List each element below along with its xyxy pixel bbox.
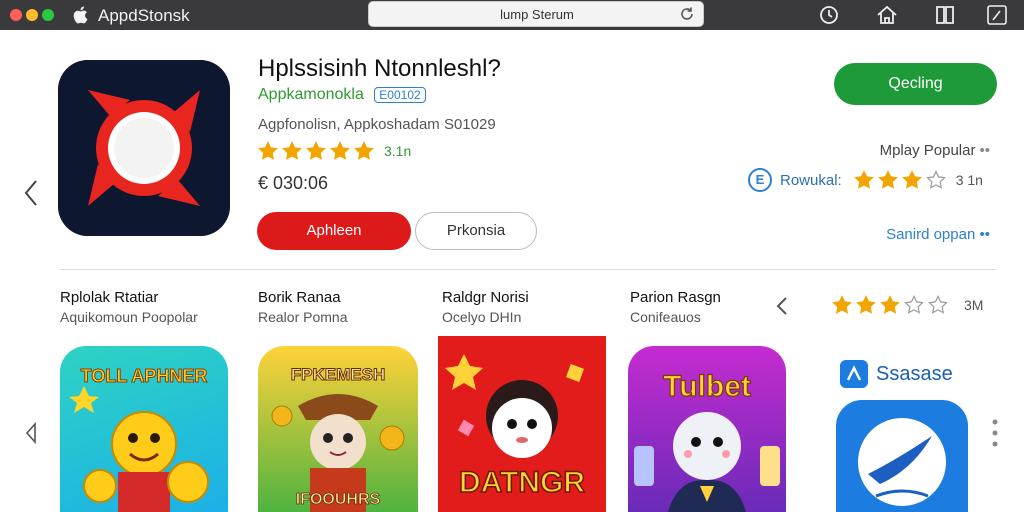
card-subtitle: Conifeauos [630,309,701,325]
star-empty-icon [904,295,924,314]
section-rating-count: 3M [964,297,984,313]
more-dots-icon: •• [979,142,990,159]
star-filled-icon [856,295,876,314]
popular-label[interactable]: Mplay Popular •• [880,142,990,159]
zoom-window-button[interactable] [42,9,54,21]
app-title-heading: Hplssisinh Ntonnleshl? [258,55,501,82]
app-category-line: Agpfonolisn, Appkoshadam S01029 [258,116,496,133]
get-button[interactable]: Qecling [834,63,997,105]
address-bar[interactable]: lump Sterum [368,1,704,27]
rating-text: 3.1n [384,143,412,159]
window-titlebar: AppdStonsk lump Sterum [0,0,1024,30]
swoosh-app-artwork [858,418,946,506]
book-icon[interactable] [933,4,957,26]
home-icon[interactable] [875,4,899,26]
danger-game-artwork: DATNGR [445,354,586,500]
popular-label-text: Mplay Popular [879,142,976,159]
history-icon[interactable] [817,4,841,26]
minimize-window-button[interactable] [26,9,38,21]
star-filled-icon [258,141,278,160]
app-title: AppdStonsk [98,6,190,25]
app-tile[interactable]: DATNGR [438,336,606,512]
apple-logo-icon [73,6,88,24]
review-label[interactable]: Rowukal: [780,172,842,189]
developer-link[interactable]: Appkamonokla [258,86,364,103]
card-title[interactable]: Borik Ranaa [258,289,341,306]
card-subtitle: Realor Pomna [258,309,348,325]
star-filled-icon [282,141,302,160]
star-empty-icon [925,170,946,189]
ghost-game-artwork: Tulbet [634,369,780,512]
app-rating: 3.1n [258,141,411,161]
review-stars [853,170,950,190]
section-rating: 3M [832,293,983,317]
previous-arrow-icon[interactable] [22,178,40,208]
tile-art-text: TOLL APHNER [81,366,208,386]
card-title[interactable]: Raldgr Norisi [442,289,529,306]
app-icon[interactable] [58,60,230,236]
app-tile[interactable]: Tulbet [628,346,786,512]
card-subtitle: Aquikomoun Poopolar [60,309,198,325]
section-divider [60,269,996,270]
see-all-link[interactable]: Sanird oppan •• [886,226,990,243]
card-subtitle: Ocelyo DHIn [442,309,522,325]
app-tile[interactable]: TOLL APHNER [60,346,228,512]
app-price: € 030:06 [258,173,329,193]
developer-badge: E00102 [374,87,426,103]
address-text: lump Sterum [500,7,574,22]
star-filled-icon [832,295,852,314]
close-window-button[interactable] [10,9,22,21]
character-game-artwork: FPKEMESH IFOOUHRS [271,365,405,512]
review-badge-icon: E [748,168,772,192]
star-filled-icon [306,141,326,160]
app-tile[interactable]: FPKEMESH IFOOUHRS [258,346,418,512]
star-filled-icon [877,170,898,189]
tile-art-text: FPKEMESH [291,365,385,384]
star-filled-icon [901,170,922,189]
star-empty-icon [928,295,948,314]
target-logo-icon [58,60,230,236]
section-rating-stars [832,295,952,315]
edit-icon[interactable] [985,4,1009,26]
star-filled-icon [880,295,900,314]
review-count: 3 1n [955,172,983,188]
see-all-dots-icon: •• [979,226,990,243]
primary-action-button[interactable]: Aphleen [257,212,411,250]
reload-icon[interactable] [679,6,695,22]
tile-art-text: Tulbet [663,370,751,403]
more-options-icon[interactable] [990,418,1000,448]
coming-soon-label[interactable]: Ssasase [840,360,953,388]
rating-stars [258,141,378,161]
app-store-mini-icon [840,360,868,388]
previous-arrow-icon[interactable] [24,422,38,444]
app-tile[interactable] [836,400,968,512]
tile-art-text: DATNGR [459,466,585,499]
see-all-text: Sanird oppan [886,226,976,243]
coming-soon-text: Ssasase [876,362,953,385]
card-title[interactable]: Parion Rasgn [630,289,721,306]
tile-art-bottom-text: IFOOUHRS [296,491,381,508]
star-filled-icon [853,170,874,189]
card-title[interactable]: Rplolak Rtatiar [60,289,158,306]
star-filled-icon [354,141,374,160]
smiley-game-artwork: TOLL APHNER [69,366,209,512]
star-filled-icon [330,141,350,160]
previous-arrow-icon[interactable] [775,295,789,317]
developer-row: Appkamonokla E00102 [258,86,426,104]
secondary-action-button[interactable]: Prkonsia [415,212,537,250]
review-summary: E Rowukal: 3 1n [748,167,983,193]
